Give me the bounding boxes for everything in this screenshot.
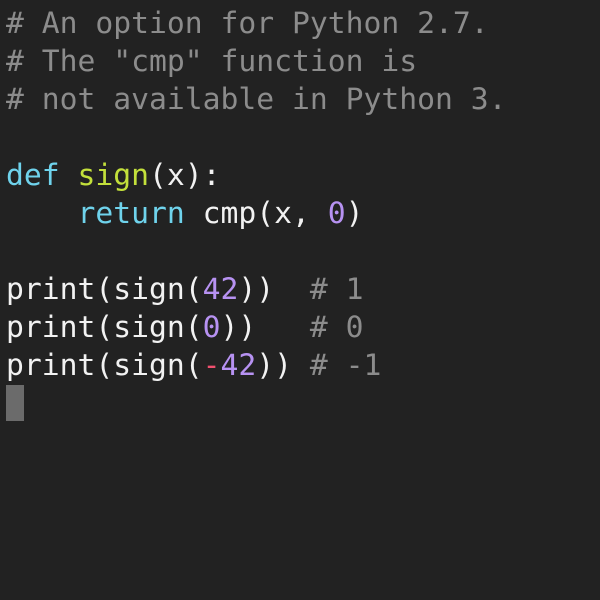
code-line: def sign(x): [6,157,506,195]
code-editor[interactable]: # An option for Python 2.7. # The "cmp" f… [6,5,506,385]
code-token-plain: ) [345,196,364,231]
text-cursor [6,385,24,421]
code-token-plain: )) [256,348,310,383]
code-line: # The "cmp" function is [6,43,506,81]
code-token-number: 42 [220,348,257,383]
code-token-plain: print(sign( [6,348,203,383]
code-token-comment: # not available in Python 3. [6,82,507,117]
code-token-comment: # An option for Python 2.7. [6,6,489,41]
code-token-plain: )) [238,272,310,307]
code-token-keyword: def [6,158,60,193]
code-line: # An option for Python 2.7. [6,5,506,43]
code-token-comment: # 0 [309,310,364,345]
code-token-comment: # -1 [309,348,382,383]
code-line: print(sign(42)) # 1 [6,271,506,309]
code-token-number: 0 [327,196,346,231]
code-token-plain: (x): [149,158,221,193]
code-line: print(sign(-42)) # -1 [6,347,506,385]
code-token-comment: # The "cmp" function is [6,44,418,79]
code-token-funcname: sign [77,158,150,193]
code-token-plain: print(sign( [6,310,203,345]
code-line: return cmp(x, 0) [6,195,506,233]
code-line: print(sign(0)) # 0 [6,309,506,347]
code-token-operator: - [202,348,221,383]
code-token-plain: cmp(x, [184,196,328,231]
code-token-number: 42 [202,272,239,307]
code-token-comment: # 1 [309,272,364,307]
code-token-number: 0 [202,310,221,345]
code-token-plain: print(sign( [6,272,203,307]
code-line: # not available in Python 3. [6,81,506,119]
code-token-keyword: return [77,196,185,231]
code-token-plain: )) [220,310,310,345]
